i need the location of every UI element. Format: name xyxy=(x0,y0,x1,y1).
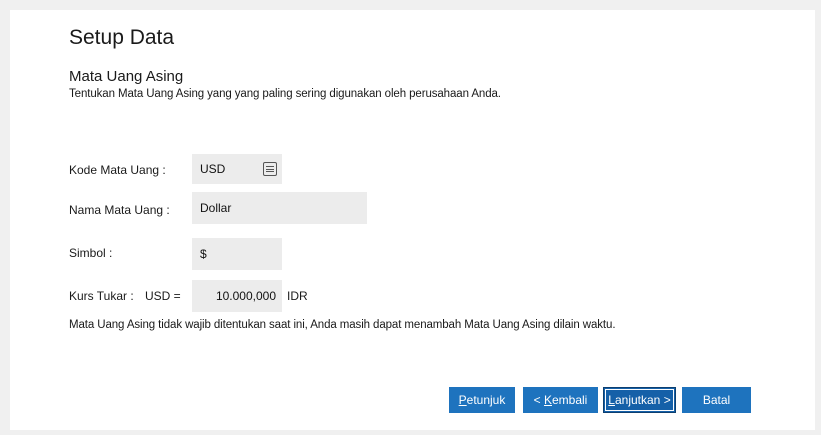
info-note: Mata Uang Asing tidak wajib ditentukan s… xyxy=(69,319,616,331)
kembali-button[interactable]: < Kembali xyxy=(523,387,598,413)
page-title: Setup Data xyxy=(69,26,175,49)
petunjuk-button[interactable]: Petunjuk xyxy=(449,387,515,413)
batal-button[interactable]: Batal xyxy=(682,387,751,413)
kembali-label: embali xyxy=(552,393,588,407)
section-description: Tentukan Mata Uang Asing yang yang palin… xyxy=(69,88,501,100)
kurs-base-currency: USD = xyxy=(145,289,181,303)
kurs-tukar-value: 10.000,000 xyxy=(215,289,276,303)
nama-mata-uang-value: Dollar xyxy=(200,201,232,215)
kembali-accesskey: K xyxy=(543,393,552,407)
kurs-tukar-label: Kurs Tukar : xyxy=(69,289,134,303)
nama-mata-uang-label: Nama Mata Uang : xyxy=(69,203,170,217)
kode-mata-uang-label: Kode Mata Uang : xyxy=(69,163,166,177)
kurs-tukar-field[interactable]: 10.000,000 xyxy=(192,280,282,312)
lanjutkan-button[interactable]: Lanjutkan > xyxy=(603,387,676,413)
simbol-field[interactable]: $ xyxy=(192,238,282,270)
petunjuk-accesskey: P xyxy=(458,393,467,407)
simbol-label: Simbol : xyxy=(69,246,113,260)
petunjuk-label: etunjuk xyxy=(466,393,506,407)
kode-mata-uang-value: USD xyxy=(200,162,226,176)
lanjutkan-accesskey: L xyxy=(608,393,615,407)
kembali-prefix: < xyxy=(533,393,544,407)
list-icon[interactable] xyxy=(263,162,277,176)
simbol-value: $ xyxy=(200,247,207,261)
kurs-unit: IDR xyxy=(287,289,308,303)
nama-mata-uang-field[interactable]: Dollar xyxy=(192,192,367,224)
section-title: Mata Uang Asing xyxy=(69,68,184,85)
batal-label: Batal xyxy=(702,393,731,407)
lanjutkan-label: anjutkan > xyxy=(614,393,671,407)
